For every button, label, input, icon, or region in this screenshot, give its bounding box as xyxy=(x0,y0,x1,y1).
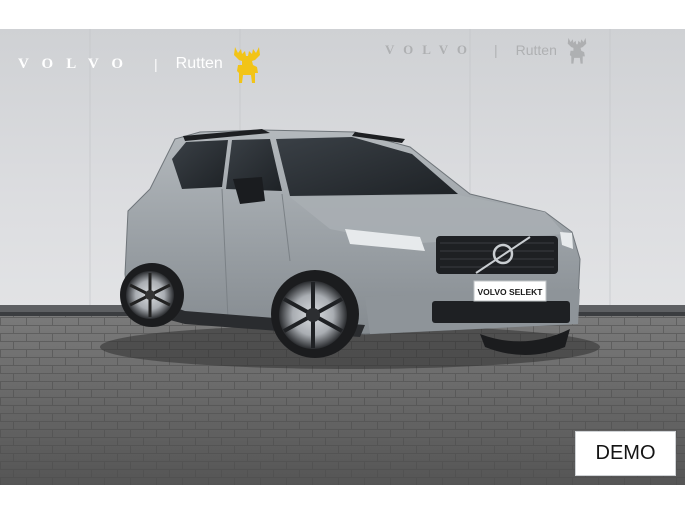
plate-text: VOLVO SELEKT xyxy=(477,287,543,297)
demo-badge-label: DEMO xyxy=(595,442,656,464)
dealer-name: Rutten xyxy=(175,55,223,72)
watermark-volvo-wordmark: VOLVO xyxy=(385,42,476,57)
moose-icon xyxy=(233,47,260,83)
dealer-watermark: VOLVO | Rutten xyxy=(385,35,591,65)
brand-separator: | xyxy=(154,56,158,72)
car-photo-svg: VOLVO SELEKT xyxy=(0,29,685,485)
demo-badge: DEMO xyxy=(575,431,676,476)
front-grille xyxy=(436,236,558,274)
watermark-moose-icon xyxy=(567,37,587,64)
watermark-dealer-name: Rutten xyxy=(515,42,557,58)
car-photo: VOLVO SELEKT xyxy=(0,29,685,485)
dealer-branding: VOLVO | Rutten xyxy=(18,44,265,84)
watermark-separator: | xyxy=(493,42,498,58)
volvo-wordmark: VOLVO xyxy=(18,55,137,72)
